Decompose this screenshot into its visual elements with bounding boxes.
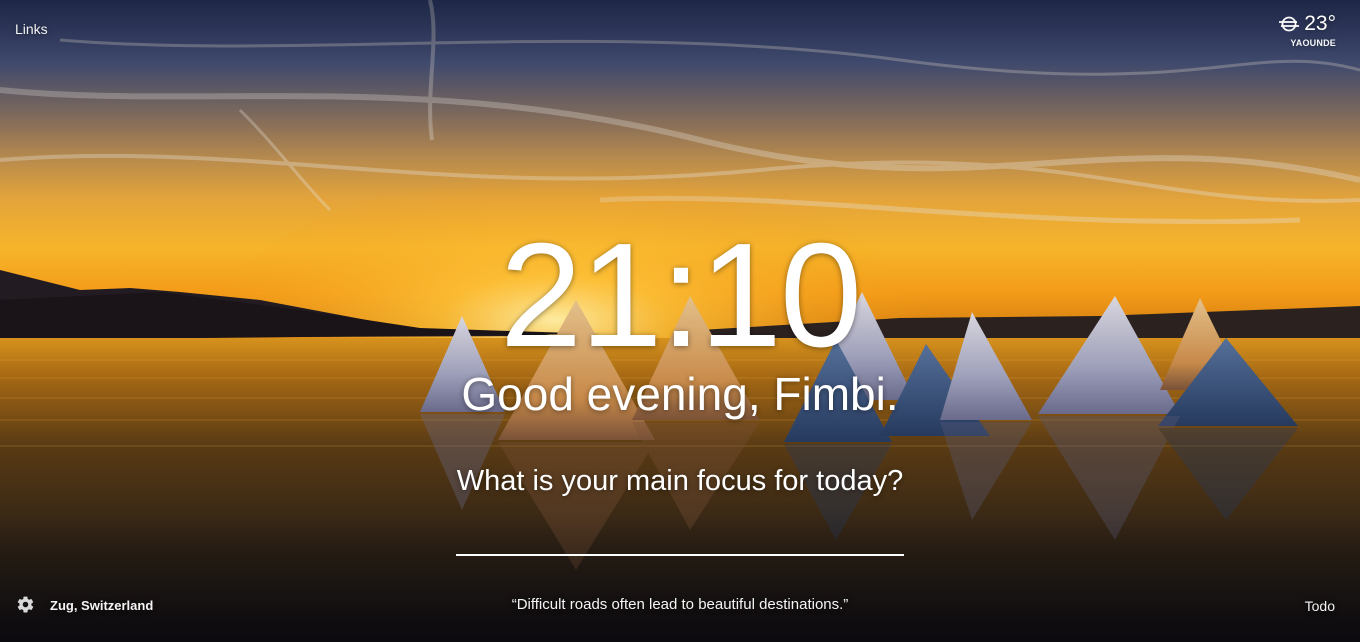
gear-icon[interactable] <box>16 595 35 614</box>
todo-button[interactable]: Todo <box>1305 598 1335 614</box>
weather-widget[interactable]: 23° YAOUNDE <box>1256 12 1336 48</box>
photo-location[interactable]: Zug, Switzerland <box>50 598 153 613</box>
weather-row: 23° <box>1256 12 1336 36</box>
daily-quote[interactable]: “Difficult roads often lead to beautiful… <box>512 596 849 613</box>
weather-temperature: 23° <box>1304 12 1336 35</box>
weather-city: YAOUNDE <box>1290 38 1336 48</box>
focus-question: What is your main focus for today? <box>456 465 904 497</box>
links-button[interactable]: Links <box>15 21 48 37</box>
clock-time: 21:10 <box>499 213 862 378</box>
windy-icon <box>1278 16 1300 32</box>
focus-input[interactable] <box>456 520 904 556</box>
greeting-text: Good evening, Fimbi. <box>461 368 899 420</box>
